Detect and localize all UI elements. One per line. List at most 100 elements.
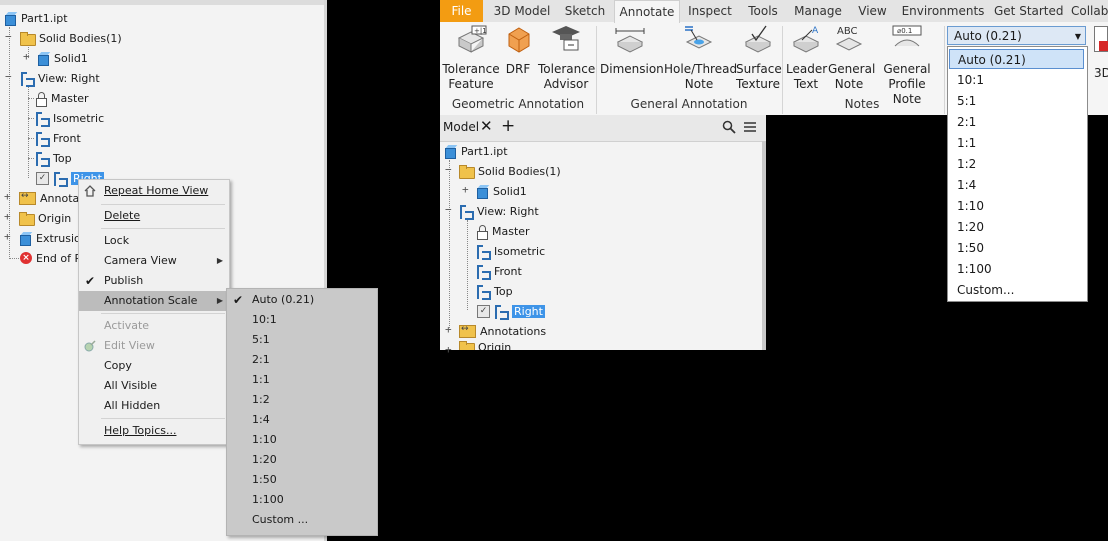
browser-tab-model[interactable]: Model (443, 120, 479, 134)
menu-item-all-hidden[interactable]: All Hidden (79, 396, 229, 416)
tree-item-end-of-part[interactable]: × End of P (20, 248, 81, 268)
submenu-item-1-50[interactable]: 1:50 (227, 470, 377, 490)
menu-item-copy[interactable]: Copy (79, 356, 229, 376)
menu-icon[interactable] (743, 120, 757, 134)
tab-sketch[interactable]: Sketch (561, 0, 609, 22)
tab-3d-model[interactable]: 3D Model (489, 0, 555, 22)
tree-item-solid-bodies[interactable]: Solid Bodies(1) (459, 161, 561, 181)
submenu-item-1-4[interactable]: 1:4 (227, 410, 377, 430)
menu-item-annotation-scale[interactable]: Annotation Scale ▶ (79, 291, 229, 311)
3d-annotation-tool-button[interactable]: 3D (1094, 26, 1108, 80)
tree-item-right[interactable]: ✓ Right (477, 301, 545, 321)
drf-button[interactable]: DRF (503, 24, 533, 77)
tab-tools[interactable]: Tools (744, 0, 782, 22)
tree-connector (9, 258, 19, 259)
tree-item-origin[interactable]: Origin (19, 208, 71, 228)
tab-inspect[interactable]: Inspect (684, 0, 736, 22)
scale-option-2-1[interactable]: 2:1 (949, 112, 1084, 132)
scale-option-custom[interactable]: Custom... (949, 280, 1084, 300)
collapse-toggle[interactable]: − (445, 204, 452, 215)
expand-toggle[interactable]: + (23, 51, 30, 62)
expand-toggle[interactable]: + (4, 211, 11, 222)
scale-option-1-20[interactable]: 1:20 (949, 217, 1084, 237)
submenu-item-2-1[interactable]: 2:1 (227, 350, 377, 370)
scale-option-1-50[interactable]: 1:50 (949, 238, 1084, 258)
scale-option-auto[interactable]: Auto (0.21) (949, 49, 1084, 69)
menu-item-camera-view[interactable]: Camera View ▶ (79, 251, 229, 271)
tree-item-master[interactable]: Master (35, 88, 89, 108)
tab-get-started[interactable]: Get Started (994, 0, 1064, 22)
leader-text-button[interactable]: A Leader Text (786, 24, 827, 92)
scale-option-1-1[interactable]: 1:1 (949, 133, 1084, 153)
submenu-item-1-10[interactable]: 1:10 (227, 430, 377, 450)
scale-option-5-1[interactable]: 5:1 (949, 91, 1084, 111)
submenu-item-5-1[interactable]: 5:1 (227, 330, 377, 350)
scale-option-1-2[interactable]: 1:2 (949, 154, 1084, 174)
tolerance-advisor-button[interactable]: Tolerance Advisor (538, 24, 595, 92)
tree-item-isometric[interactable]: Isometric (476, 241, 545, 261)
tab-manage[interactable]: Manage (792, 0, 844, 22)
tree-item-label: Front (53, 131, 81, 145)
menu-item-publish[interactable]: ✔ Publish (79, 271, 229, 291)
tree-item-solid1[interactable]: Solid1 (37, 48, 88, 68)
scale-option-1-4[interactable]: 1:4 (949, 175, 1084, 195)
scale-option-10-1[interactable]: 10:1 (949, 70, 1084, 90)
search-icon[interactable] (722, 120, 736, 134)
general-profile-note-button[interactable]: ⌀0.1 General Profile Note (873, 24, 941, 107)
menu-item-lock[interactable]: Lock (79, 231, 229, 251)
collapse-toggle[interactable]: − (445, 164, 452, 175)
tree-item-view-right[interactable]: View: Right (459, 201, 539, 221)
tree-item-isometric[interactable]: Isometric (35, 108, 104, 128)
submenu-item-1-1[interactable]: 1:1 (227, 370, 377, 390)
expand-toggle[interactable]: + (4, 191, 11, 202)
tab-annotate[interactable]: Annotate (614, 0, 680, 23)
lock-icon (35, 91, 47, 107)
collapse-toggle[interactable]: − (5, 31, 12, 42)
submenu-item-10-1[interactable]: 10:1 (227, 310, 377, 330)
menu-item-all-visible[interactable]: All Visible (79, 376, 229, 396)
expand-toggle[interactable]: + (462, 184, 469, 195)
tree-item-view-right[interactable]: View: Right (20, 68, 100, 88)
browser-scrollbar[interactable] (762, 141, 766, 350)
tree-item-label: Solid Bodies(1) (478, 164, 561, 178)
dimension-button[interactable]: Dimension (600, 24, 664, 77)
tree-item-solid1[interactable]: Solid1 (476, 181, 527, 201)
submenu-item-auto[interactable]: ✔ Auto (0.21) (227, 290, 377, 310)
tree-item-origin[interactable]: Origin (459, 341, 511, 350)
tab-environments[interactable]: Environments (900, 0, 986, 22)
tree-item-part[interactable]: Part1.ipt (4, 8, 68, 28)
menu-item-delete[interactable]: Delete (79, 206, 229, 226)
general-note-button[interactable]: ABC General Note (828, 24, 875, 92)
tab-collaborate[interactable]: Collab (1071, 0, 1108, 22)
submenu-item-custom[interactable]: Custom ... (227, 510, 377, 530)
menu-item-help-topics[interactable]: Help Topics... (79, 421, 229, 441)
expand-toggle[interactable]: + (445, 344, 452, 355)
tree-item-solid-bodies[interactable]: Solid Bodies(1) (20, 28, 122, 48)
tree-item-front[interactable]: Front (35, 128, 81, 148)
tree-item-master[interactable]: Master (476, 221, 530, 241)
submenu-item-1-2[interactable]: 1:2 (227, 390, 377, 410)
tolerance-feature-button[interactable]: +|1 Tolerance Feature (442, 24, 500, 92)
tree-item-annotations[interactable]: Annotati (19, 188, 87, 208)
tree-item-part[interactable]: Part1.ipt (444, 141, 508, 161)
scale-option-1-10[interactable]: 1:10 (949, 196, 1084, 216)
annotation-scale-combobox[interactable]: Auto (0.21) ▼ (947, 26, 1086, 45)
add-tab-icon[interactable]: + (501, 116, 515, 136)
menu-item-repeat-home-view[interactable]: Repeat Home View (79, 181, 229, 201)
submenu-item-1-100[interactable]: 1:100 (227, 490, 377, 510)
tab-view[interactable]: View (855, 0, 890, 22)
collapse-toggle[interactable]: − (5, 71, 12, 82)
tree-item-annotations[interactable]: Annotations (459, 321, 546, 341)
expand-toggle[interactable]: + (4, 231, 11, 242)
close-icon[interactable]: ✕ (480, 117, 493, 135)
tree-item-top[interactable]: Top (476, 281, 513, 301)
tree-item-front[interactable]: Front (476, 261, 522, 281)
hole-thread-note-button[interactable]: Hole/Thread Note (664, 24, 737, 92)
surface-texture-button[interactable]: Surface Texture (736, 24, 782, 92)
tree-item-top[interactable]: Top (35, 148, 72, 168)
tab-file[interactable]: File (440, 0, 483, 22)
submenu-item-1-20[interactable]: 1:20 (227, 450, 377, 470)
expand-toggle[interactable]: + (445, 324, 452, 335)
scale-option-1-100[interactable]: 1:100 (949, 259, 1084, 279)
home-icon (84, 185, 96, 197)
